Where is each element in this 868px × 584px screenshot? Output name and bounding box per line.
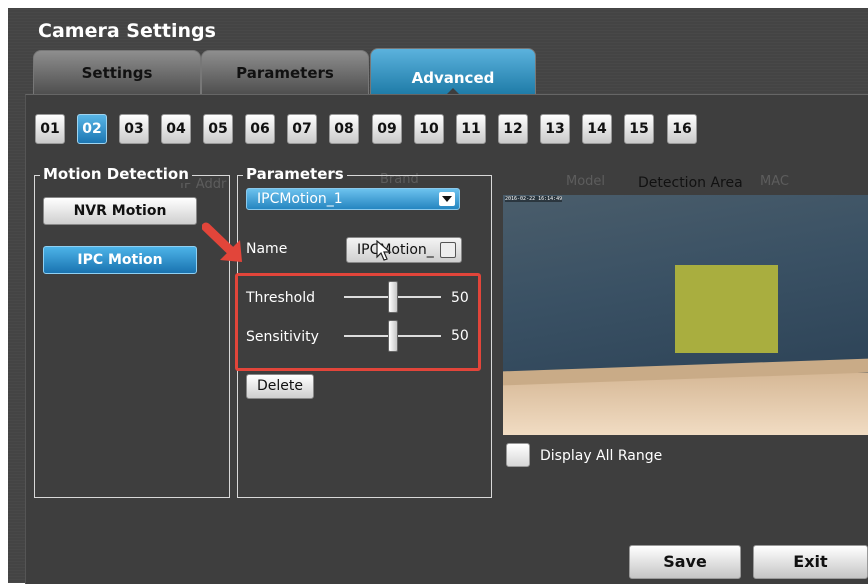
chevron-down-icon[interactable] <box>439 192 455 206</box>
channel-button-01[interactable]: 01 <box>35 114 65 144</box>
channel-button-05[interactable]: 05 <box>203 114 233 144</box>
camera-timestamp: 2016-02-22 16:14:49 <box>505 196 563 202</box>
nvr-motion-button[interactable]: NVR Motion <box>43 197 197 225</box>
channel-button-15[interactable]: 15 <box>624 114 654 144</box>
name-field[interactable]: IPCMotion_ <box>346 237 462 263</box>
channel-button-04[interactable]: 04 <box>161 114 191 144</box>
delete-button[interactable]: Delete <box>246 374 314 399</box>
ipc-motion-button[interactable]: IPC Motion <box>43 246 197 274</box>
highlight-box <box>235 273 481 371</box>
keyboard-icon[interactable] <box>440 242 456 258</box>
channel-button-08[interactable]: 08 <box>329 114 359 144</box>
annotation-arrow-icon <box>202 222 242 262</box>
channel-button-13[interactable]: 13 <box>540 114 570 144</box>
channel-button-06[interactable]: 06 <box>245 114 275 144</box>
channel-button-09[interactable]: 09 <box>372 114 402 144</box>
detection-area-rect[interactable] <box>675 265 778 353</box>
display-all-range-checkbox[interactable] <box>506 443 530 467</box>
parameters-title: Parameters <box>243 165 347 183</box>
channel-button-11[interactable]: 11 <box>456 114 486 144</box>
channel-button-14[interactable]: 14 <box>582 114 612 144</box>
display-all-range-label: Display All Range <box>540 448 663 464</box>
ghost-model: Model <box>566 174 606 189</box>
channel-button-12[interactable]: 12 <box>498 114 528 144</box>
mouse-cursor-icon <box>376 240 392 261</box>
detection-area-title: Detection Area <box>638 175 743 191</box>
window-title: Camera Settings <box>38 20 216 42</box>
channel-button-10[interactable]: 10 <box>414 114 444 144</box>
channel-button-07[interactable]: 07 <box>287 114 317 144</box>
tab-settings[interactable]: Settings <box>33 50 201 94</box>
channel-button-16[interactable]: 16 <box>667 114 697 144</box>
exit-button[interactable]: Exit <box>753 545 868 579</box>
tab-parameters[interactable]: Parameters <box>201 50 369 94</box>
save-button[interactable]: Save <box>629 545 741 579</box>
camera-preview-floor <box>503 373 868 435</box>
channel-button-03[interactable]: 03 <box>119 114 149 144</box>
ghost-mac: MAC <box>760 174 789 189</box>
tab-advanced[interactable]: Advanced <box>370 48 536 95</box>
channel-button-02[interactable]: 02 <box>77 114 107 144</box>
motion-preset-select[interactable]: IPCMotion_1 <box>246 188 460 210</box>
name-label: Name <box>246 241 288 257</box>
camera-preview[interactable]: 2016-02-22 16:14:49 <box>503 195 868 435</box>
motion-detection-title: Motion Detection <box>40 165 192 183</box>
name-value: IPCMotion_ <box>357 242 434 258</box>
motion-preset-value: IPCMotion_1 <box>257 191 343 207</box>
